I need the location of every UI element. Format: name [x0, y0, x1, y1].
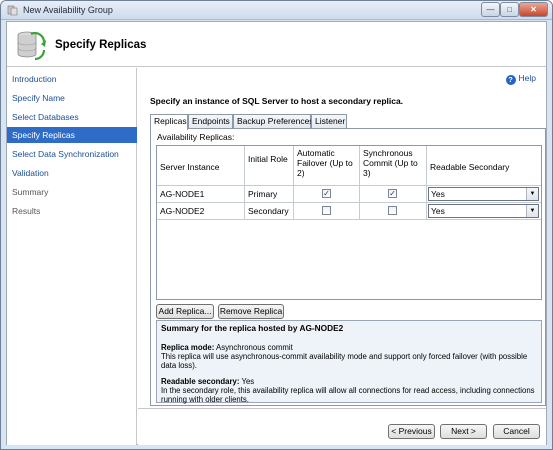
replica-mode-label: Replica mode:: [161, 343, 215, 352]
add-replica-button[interactable]: Add Replica...: [156, 304, 214, 319]
database-icon: [17, 31, 46, 61]
check-icon: ✓: [323, 189, 330, 198]
sidebar-item-results: Results: [12, 206, 41, 216]
column-header-automatic-failover[interactable]: Automatic Failover (Up to 2): [294, 146, 360, 186]
readable-secondary-value: Yes: [431, 189, 445, 199]
chevron-down-icon[interactable]: ▼: [526, 188, 538, 200]
cell-initial-role: Secondary: [245, 203, 294, 220]
sidebar-item-specify-name[interactable]: Specify Name: [7, 90, 137, 106]
tab-backup-preferences[interactable]: Backup Preferences: [233, 114, 314, 129]
column-header-server-instance[interactable]: Server Instance: [157, 146, 245, 186]
column-header-readable-secondary[interactable]: Readable Secondary: [427, 146, 541, 186]
availability-replicas-label: Availability Replicas:: [157, 132, 235, 142]
summary-title: Summary for the replica hosted by AG-NOD…: [161, 323, 344, 333]
replica-mode-value: Asynchronous commit: [216, 343, 293, 352]
sidebar-item-validation[interactable]: Validation: [7, 165, 137, 181]
wizard-client: Specify Replicas Introduction Specify Na…: [6, 21, 547, 445]
readable-secondary-description: In the secondary role, this availability…: [161, 386, 535, 404]
cell-initial-role: Primary: [245, 186, 294, 203]
cancel-button[interactable]: Cancel: [493, 424, 540, 439]
readable-secondary-dropdown[interactable]: Yes ▼: [428, 187, 539, 201]
sidebar-item-introduction[interactable]: Introduction: [7, 71, 137, 87]
wizard-window: New Availability Group — □ ✕ Specify Rep…: [0, 0, 553, 450]
replicas-grid: Server Instance Initial Role Automatic F…: [156, 145, 542, 300]
cell-readable-secondary: Yes ▼: [427, 186, 541, 203]
next-button[interactable]: Next >: [440, 424, 487, 439]
help-link[interactable]: ? Help: [505, 73, 536, 85]
remove-replica-button[interactable]: Remove Replica: [218, 304, 284, 319]
app-icon: [7, 5, 18, 16]
cell-automatic-failover: [294, 203, 360, 220]
cell-server-instance[interactable]: AG-NODE1: [157, 186, 245, 203]
cell-readable-secondary: Yes ▼: [427, 203, 541, 220]
previous-button[interactable]: < Previous: [388, 424, 435, 439]
instruction-text: Specify an instance of SQL Server to hos…: [150, 96, 404, 106]
replica-mode-block: Replica mode: Asynchronous commit This r…: [161, 343, 537, 370]
column-header-synchronous-commit[interactable]: Synchronous Commit (Up to 3): [360, 146, 427, 186]
sidebar-item-summary: Summary: [12, 187, 49, 197]
readable-secondary-value: Yes: [431, 206, 445, 216]
automatic-failover-checkbox[interactable]: [322, 206, 331, 215]
sidebar-item-select-databases[interactable]: Select Databases: [7, 109, 137, 125]
column-header-initial-role[interactable]: Initial Role: [245, 146, 294, 186]
help-icon: ?: [505, 75, 516, 85]
minimize-button[interactable]: —: [481, 2, 500, 17]
tab-replicas[interactable]: Replicas: [150, 114, 188, 130]
chevron-down-icon[interactable]: ▼: [526, 205, 538, 217]
check-icon: ✓: [389, 189, 396, 198]
readable-secondary-summary-value: Yes: [241, 377, 255, 386]
synchronous-commit-checkbox[interactable]: ✓: [388, 189, 397, 198]
title-bar: New Availability Group — □ ✕: [1, 1, 552, 20]
sidebar-item-select-data-synchronization[interactable]: Select Data Synchronization: [7, 146, 137, 162]
page-title: Specify Replicas: [55, 39, 147, 51]
readable-secondary-block: Readable secondary: Yes In the secondary…: [161, 377, 537, 404]
cell-synchronous-commit: ✓: [360, 186, 427, 203]
replicas-tab-panel: Availability Replicas: Server Instance I…: [150, 128, 546, 406]
synchronous-commit-checkbox[interactable]: [388, 206, 397, 215]
wizard-sidebar: Introduction Specify Name Select Databas…: [7, 68, 137, 445]
help-label: Help: [518, 73, 536, 83]
maximize-button[interactable]: □: [500, 2, 519, 17]
replica-summary-panel: Summary for the replica hosted by AG-NOD…: [156, 320, 542, 404]
header-band: Specify Replicas: [7, 22, 546, 67]
wizard-footer: < Previous Next > Cancel: [138, 408, 546, 445]
readable-secondary-dropdown[interactable]: Yes ▼: [428, 204, 539, 218]
cell-server-instance[interactable]: AG-NODE2: [157, 203, 245, 220]
cell-automatic-failover: ✓: [294, 186, 360, 203]
close-button[interactable]: ✕: [519, 2, 548, 17]
replica-mode-description: This replica will use asynchronous-commi…: [161, 352, 528, 370]
cell-synchronous-commit: [360, 203, 427, 220]
sidebar-item-specify-replicas[interactable]: Specify Replicas: [7, 127, 137, 143]
readable-secondary-label: Readable secondary:: [161, 377, 240, 386]
tab-listener[interactable]: Listener: [311, 114, 347, 129]
tab-endpoints[interactable]: Endpoints: [188, 114, 233, 129]
automatic-failover-checkbox[interactable]: ✓: [322, 189, 331, 198]
main-content: ? Help Specify an instance of SQL Server …: [138, 68, 546, 408]
window-title: New Availability Group: [23, 5, 113, 15]
